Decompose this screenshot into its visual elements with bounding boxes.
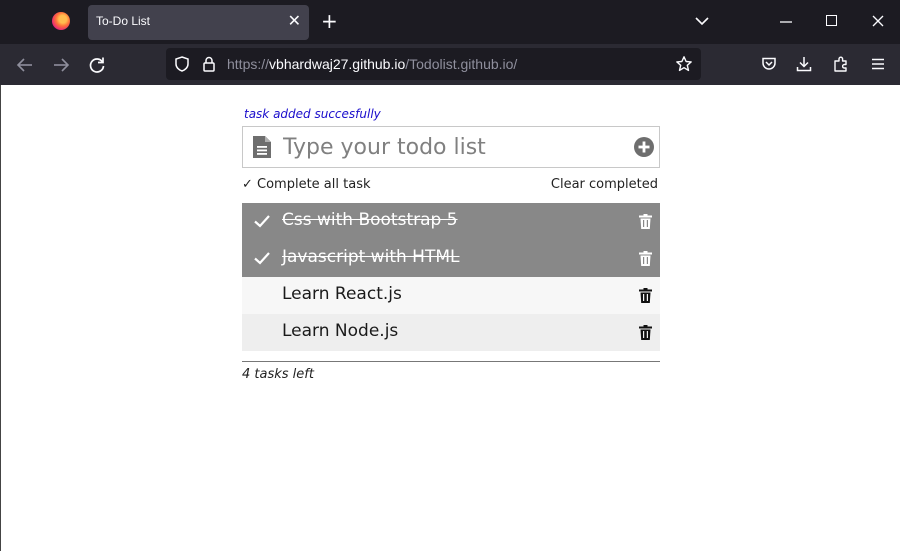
browser-nav-bar: https://vbhardwaj27.github.io/Todolist.g… — [0, 44, 900, 85]
minimize-icon[interactable] — [778, 12, 794, 30]
todo-input-container — [242, 126, 660, 168]
todo-item[interactable]: Learn React.js — [242, 277, 660, 314]
forward-icon[interactable] — [50, 54, 72, 76]
todo-text: Javascript with HTML — [282, 247, 460, 267]
list-divider — [242, 361, 660, 362]
checkmark-icon[interactable] — [253, 250, 271, 266]
reload-icon[interactable] — [86, 54, 108, 76]
trash-icon[interactable] — [639, 214, 652, 229]
browser-tab-bar: To-Do List ✕ + — [0, 0, 900, 44]
todo-text: Css with Bootstrap 5 — [282, 210, 458, 230]
todo-item[interactable]: Learn Node.js — [242, 314, 660, 351]
lock-icon[interactable] — [201, 55, 217, 73]
todo-item[interactable]: Css with Bootstrap 5 — [242, 203, 660, 240]
document-icon — [253, 136, 271, 158]
list-controls: ✓ Complete all task Clear completed — [242, 177, 660, 195]
trash-icon[interactable] — [639, 325, 652, 340]
add-task-icon[interactable] — [633, 136, 655, 158]
window-close-icon[interactable] — [870, 12, 886, 30]
tab-close-icon[interactable]: ✕ — [288, 11, 301, 30]
url-text[interactable]: https://vbhardwaj27.github.io/Todolist.g… — [227, 56, 517, 72]
url-path: /Todolist.github.io/ — [405, 56, 518, 72]
downloads-icon[interactable] — [795, 55, 813, 73]
maximize-icon[interactable] — [826, 15, 837, 26]
todo-input[interactable] — [283, 131, 623, 163]
complete-all-button[interactable]: ✓ Complete all task — [242, 177, 371, 192]
firefox-logo-icon — [52, 12, 70, 30]
menu-icon[interactable] — [869, 55, 887, 73]
list-all-tabs-icon[interactable] — [694, 12, 710, 30]
url-host: vbhardwaj27.github.io — [269, 56, 406, 72]
url-scheme: https:// — [227, 56, 270, 72]
trash-icon[interactable] — [639, 288, 652, 303]
browser-tab[interactable]: To-Do List ✕ — [88, 5, 309, 40]
back-icon[interactable] — [14, 54, 36, 76]
trash-icon[interactable] — [639, 251, 652, 266]
todo-list: Css with Bootstrap 5 Javascript with HTM… — [242, 203, 660, 351]
url-bar[interactable]: https://vbhardwaj27.github.io/Todolist.g… — [166, 48, 701, 80]
bookmark-star-icon[interactable] — [675, 55, 693, 73]
new-tab-icon[interactable]: + — [321, 10, 338, 32]
pocket-icon[interactable] — [760, 55, 778, 73]
tab-title: To-Do List — [96, 14, 151, 28]
todo-item[interactable]: Javascript with HTML — [242, 240, 660, 277]
status-message: task added succesfully — [244, 107, 381, 121]
todo-text: Learn Node.js — [282, 321, 399, 341]
clear-completed-button[interactable]: Clear completed — [551, 177, 658, 192]
window-edge — [0, 85, 1, 551]
extensions-icon[interactable] — [832, 55, 850, 73]
checkmark-icon[interactable] — [253, 213, 271, 229]
tasks-left-counter: 4 tasks left — [242, 367, 314, 382]
shield-icon[interactable] — [173, 55, 191, 73]
todo-text: Learn React.js — [282, 284, 402, 304]
